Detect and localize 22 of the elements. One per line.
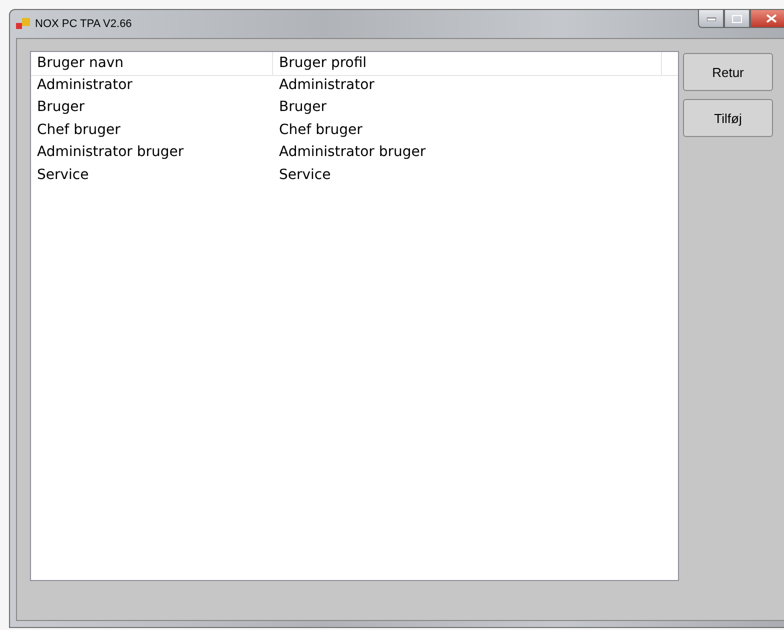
minimize-icon (706, 16, 716, 20)
table-cell-text: Administrator bruger (36, 143, 185, 162)
app-icon (16, 18, 30, 30)
column-header[interactable]: Bruger navn (31, 52, 273, 75)
table-cell-text: Service (36, 166, 90, 185)
column-header[interactable]: Bruger profil (273, 52, 662, 75)
table-cell-text: Service (278, 166, 332, 185)
table-cell-text: Bruger (278, 98, 328, 118)
window-title: NOX PC TPA V2.66 (35, 18, 132, 30)
action-button[interactable]: Tilføj (683, 99, 773, 137)
table-cell-text: Administrator (36, 76, 134, 95)
maximize-button[interactable] (724, 9, 750, 28)
table-cell-text: Chef bruger (36, 120, 122, 140)
minimize-button[interactable] (698, 9, 724, 28)
table-cell-text: Administrator (278, 76, 376, 95)
close-button[interactable] (750, 9, 784, 28)
table-cell-text: Bruger (36, 98, 86, 118)
action-button[interactable]: Retur (683, 53, 773, 91)
maximize-icon (732, 14, 742, 22)
table-cell-text: Administrator bruger (278, 143, 427, 162)
close-icon (766, 14, 776, 23)
table-cell-text: Chef bruger (278, 120, 364, 140)
